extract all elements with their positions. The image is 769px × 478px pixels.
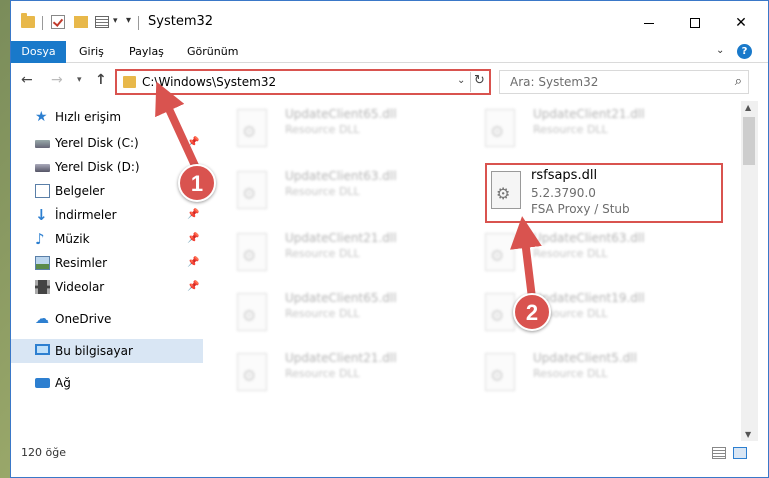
annotation-arrow-2 [510,216,542,302]
annotation-step-2: 2 [513,293,551,331]
annotation-step-1: 1 [178,164,216,202]
annotation-arrow-1 [155,81,201,174]
annotation-arrows [155,81,542,302]
